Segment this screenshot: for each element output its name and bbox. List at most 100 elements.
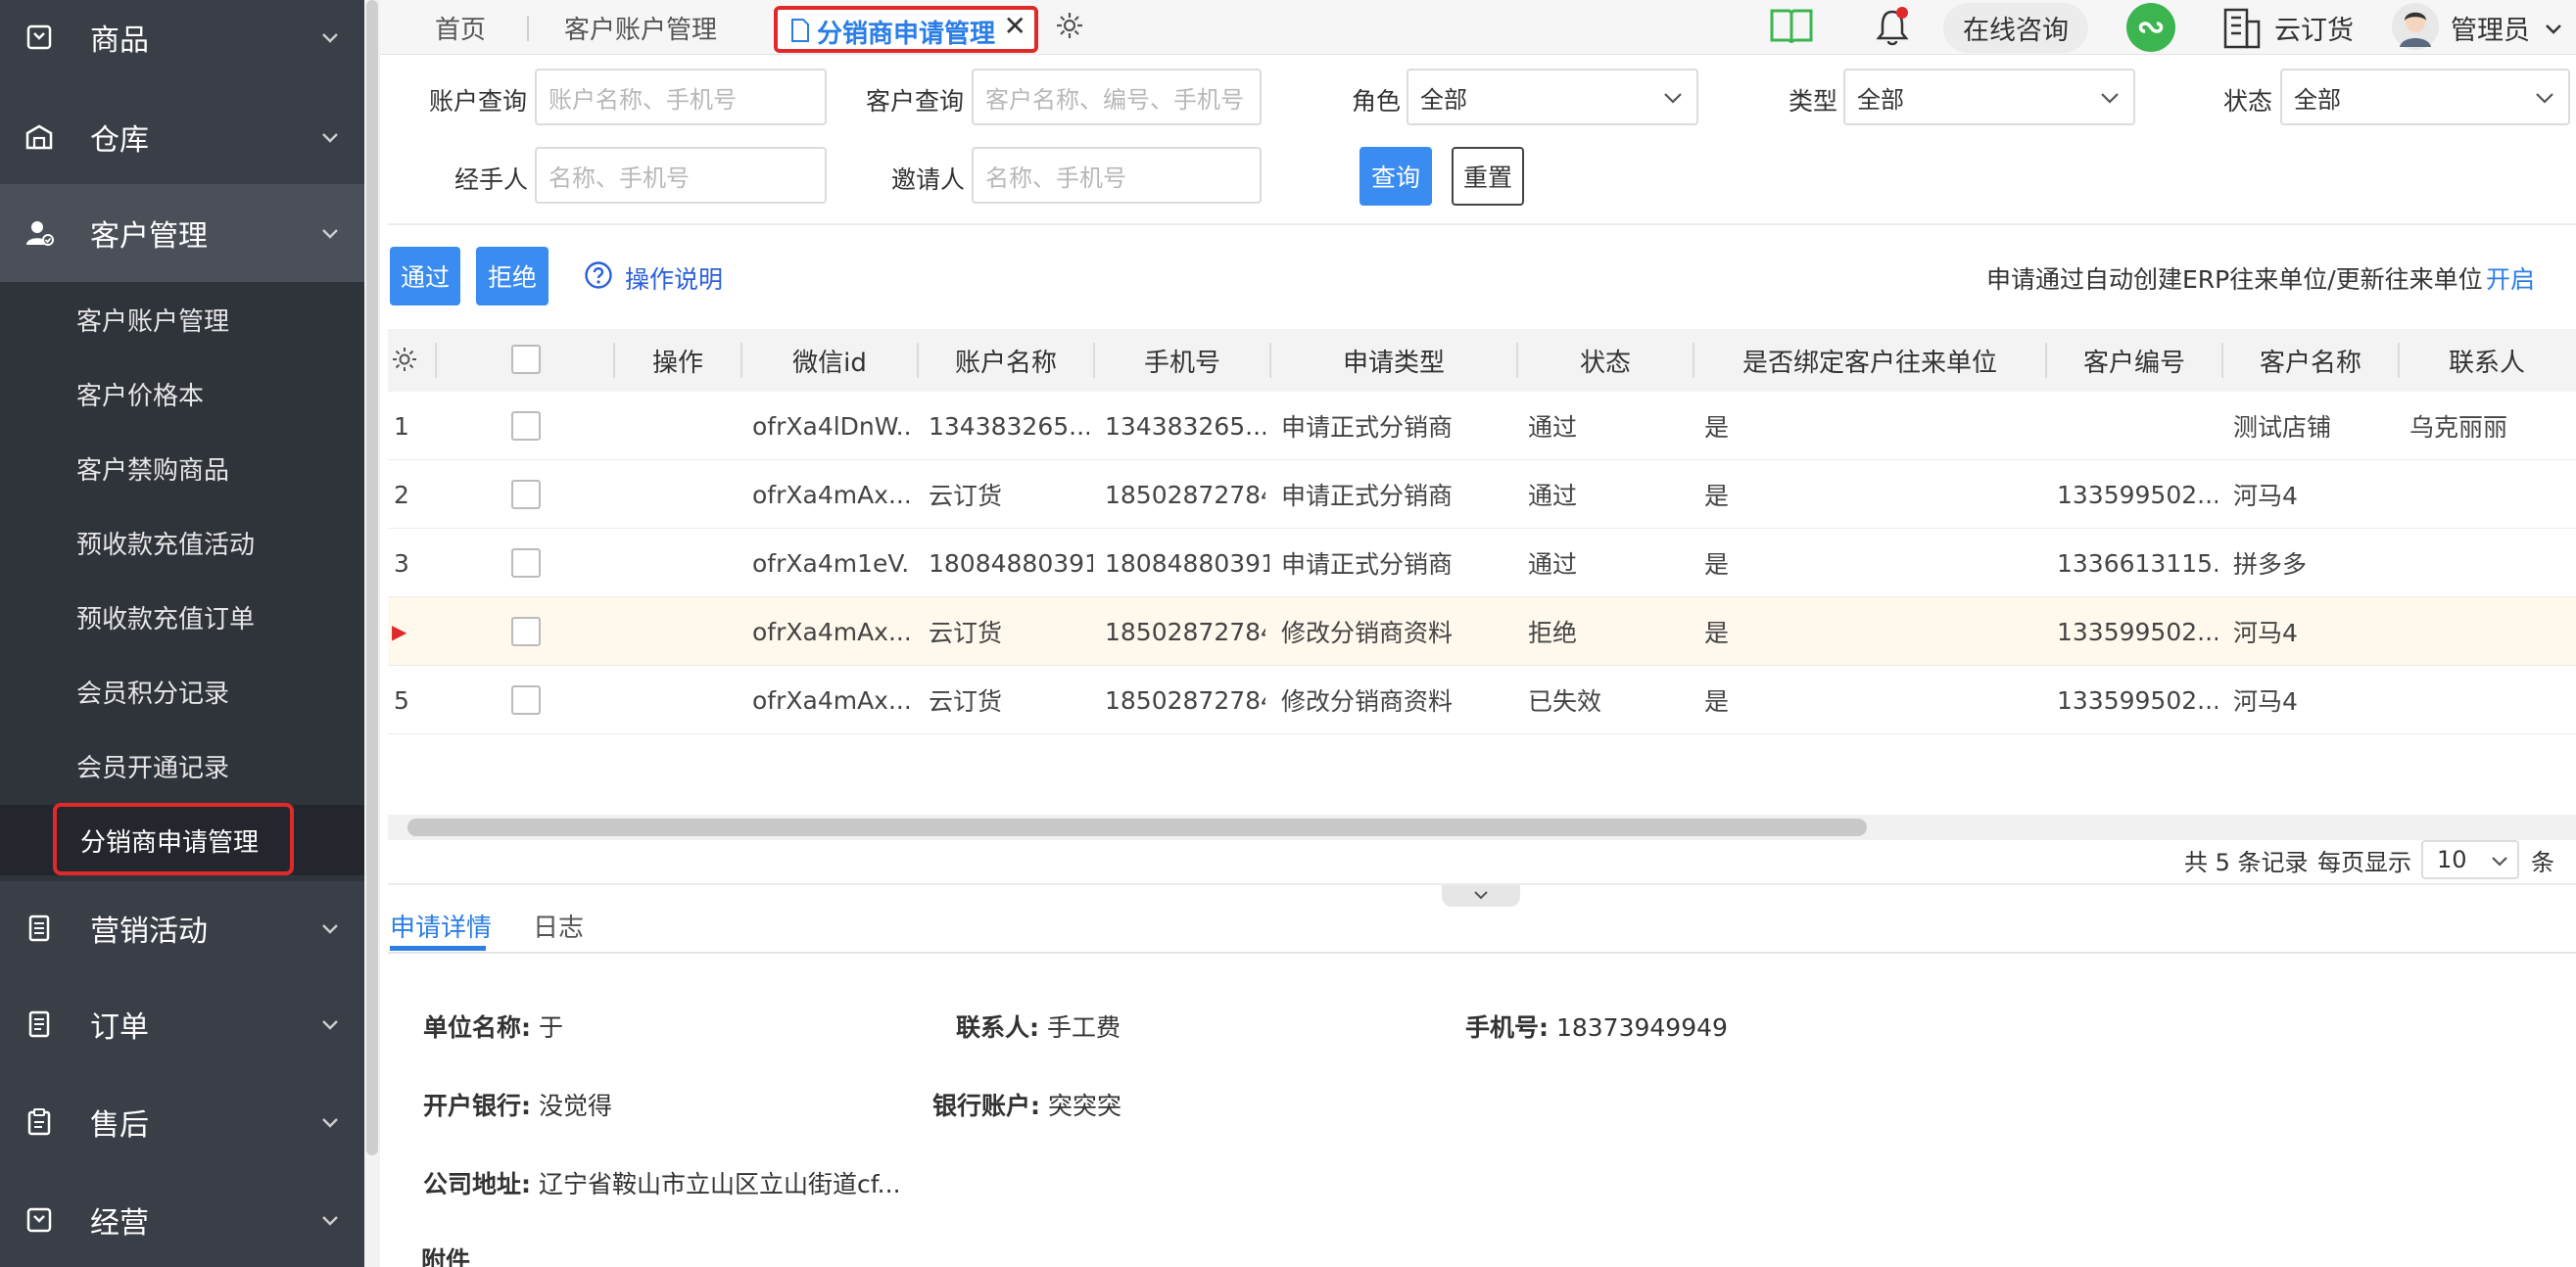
row-checkbox[interactable] bbox=[511, 411, 541, 441]
query-button[interactable]: 查询 bbox=[1360, 147, 1432, 206]
reject-button[interactable]: 拒绝 bbox=[476, 247, 549, 305]
avatar[interactable] bbox=[2392, 2, 2439, 51]
sidebar-scrollbar[interactable] bbox=[364, 0, 380, 1267]
inviter-input[interactable]: 名称、手机号 bbox=[972, 147, 1262, 204]
column-header-customer-name[interactable]: 客户名称 bbox=[2223, 329, 2398, 392]
column-settings-icon[interactable] bbox=[390, 345, 419, 374]
sidebar-item-prepay-orders[interactable]: 预收款充值订单 bbox=[0, 582, 364, 652]
bank-label: 开户银行: bbox=[423, 1092, 531, 1120]
auto-create-toggle[interactable]: 开启 bbox=[2486, 260, 2535, 296]
bank-account-label: 银行账户: bbox=[932, 1092, 1040, 1120]
sidebar-item-points-records[interactable]: 会员积分记录 bbox=[0, 656, 364, 727]
sidebar-item-price-book[interactable]: 客户价格本 bbox=[0, 358, 364, 429]
select-all-checkbox[interactable] bbox=[511, 345, 541, 374]
cell-account-name: 云订货 bbox=[929, 619, 1003, 647]
table-row[interactable]: 1 ofrXa4lDnW... 134383265... 134383265..… bbox=[388, 392, 2576, 460]
active-tab-indicator bbox=[390, 946, 486, 951]
mini-program-icon[interactable] bbox=[2125, 2, 2176, 53]
user-menu[interactable]: 管理员 bbox=[2451, 0, 2530, 55]
status-select[interactable]: 全部 bbox=[2280, 69, 2570, 125]
table-horizontal-scrollbar[interactable] bbox=[388, 815, 2576, 840]
chevron-down-icon bbox=[322, 133, 338, 143]
column-header-phone[interactable]: 手机号 bbox=[1095, 329, 1269, 392]
highlight-box bbox=[53, 803, 294, 875]
status-select-value: 全部 bbox=[2294, 85, 2341, 114]
sidebar-group-warehouse[interactable]: 仓库 bbox=[0, 98, 364, 176]
table-row-current[interactable]: ▶ ofrXa4mAx... 云订货 18502872784 修改分销商资料 拒… bbox=[388, 597, 2576, 666]
sidebar-item-membership-records[interactable]: 会员开通记录 bbox=[0, 730, 364, 801]
cell-customer-name: 测试店铺 bbox=[2233, 413, 2332, 442]
tab-application-details[interactable]: 申请详情 bbox=[390, 901, 492, 950]
customer-query-input[interactable]: 客户名称、编号、手机号 bbox=[972, 69, 1262, 125]
cell-wechat-id: ofrXa4mAx... bbox=[752, 685, 909, 715]
chevron-down-icon[interactable] bbox=[2543, 18, 2564, 39]
manual-book-icon[interactable] bbox=[1769, 6, 1814, 47]
tab-log[interactable]: 日志 bbox=[533, 901, 584, 950]
online-consult-button[interactable]: 在线咨询 bbox=[1943, 0, 2088, 55]
cell-status: 通过 bbox=[1528, 482, 1578, 510]
sidebar-group-customer[interactable]: 客户管理 bbox=[0, 184, 364, 282]
row-checkbox[interactable] bbox=[511, 480, 541, 509]
sidebar-item-label: 客户价格本 bbox=[76, 381, 205, 411]
sidebar-group-orders[interactable]: 订单 bbox=[0, 987, 364, 1061]
tab-distributor-applications[interactable]: 分销商申请管理 ✕ bbox=[774, 6, 1038, 53]
table-row[interactable]: 2 ofrXa4mAx... 云订货 18502872784 申请正式分销商 通… bbox=[388, 460, 2576, 529]
sidebar-group-goods[interactable]: 商品 bbox=[0, 0, 364, 74]
type-select[interactable]: 全部 bbox=[1843, 69, 2135, 125]
scrollbar-thumb[interactable] bbox=[366, 0, 378, 1155]
table-row[interactable]: 3 ofrXa4m1eV... 18084880391 18084880391 … bbox=[388, 529, 2576, 597]
column-header-status[interactable]: 状态 bbox=[1518, 329, 1693, 392]
column-header-actions[interactable]: 操作 bbox=[615, 329, 740, 392]
sidebar-item-banned-goods[interactable]: 客户禁购商品 bbox=[0, 433, 364, 503]
role-select[interactable]: 全部 bbox=[1407, 69, 1698, 125]
page-size-select[interactable]: 10 bbox=[2421, 840, 2519, 879]
cell-phone: 18502872784 bbox=[1105, 480, 1265, 509]
gear-icon[interactable] bbox=[1054, 10, 1085, 41]
sidebar-group-marketing[interactable]: 营销活动 bbox=[0, 891, 364, 965]
help-icon[interactable] bbox=[584, 260, 613, 290]
cell-customer-code: 133599502... bbox=[2057, 480, 2218, 509]
row-number: 3 bbox=[394, 548, 409, 578]
tab-label: 分销商申请管理 bbox=[817, 20, 996, 49]
sidebar-group-business[interactable]: 经营 bbox=[0, 1183, 364, 1257]
sidebar-item-prepay-activity[interactable]: 预收款充值活动 bbox=[0, 507, 364, 578]
collapse-handle[interactable] bbox=[1442, 885, 1520, 907]
cell-contact: 乌克丽丽 bbox=[2409, 413, 2508, 442]
chevron-down-icon bbox=[322, 1020, 338, 1030]
row-checkbox[interactable] bbox=[511, 685, 541, 715]
column-header-bound[interactable]: 是否绑定客户往来单位 bbox=[1694, 329, 2045, 392]
row-checkbox[interactable] bbox=[511, 617, 541, 646]
close-icon[interactable]: ✕ bbox=[1004, 10, 1026, 42]
reset-button[interactable]: 重置 bbox=[1452, 147, 1524, 206]
column-header-account-name[interactable]: 账户名称 bbox=[919, 329, 1093, 392]
sidebar-group-after-sales[interactable]: 售后 bbox=[0, 1085, 364, 1159]
app-root: 商品 仓库 客户管理 客户账户管理 客户价格本 客户禁购商品 预收款充值活动 预… bbox=[0, 0, 2576, 1267]
current-row-marker: ▶ bbox=[392, 620, 407, 643]
account-query-input[interactable]: 账户名称、手机号 bbox=[535, 69, 827, 125]
document-icon bbox=[791, 19, 809, 42]
user-label: 管理员 bbox=[2451, 15, 2530, 46]
column-header-apply-type[interactable]: 申请类型 bbox=[1271, 329, 1516, 392]
address-label: 公司地址: bbox=[423, 1170, 531, 1198]
cell-contact bbox=[2409, 597, 2570, 666]
column-header-customer-code[interactable]: 客户编号 bbox=[2047, 329, 2221, 392]
help-link[interactable]: 操作说明 bbox=[625, 260, 723, 296]
scrollbar-thumb[interactable] bbox=[407, 819, 1867, 836]
row-checkbox[interactable] bbox=[511, 548, 541, 578]
company-name[interactable]: 云订货 bbox=[2274, 0, 2354, 55]
approve-button[interactable]: 通过 bbox=[390, 247, 460, 305]
table-row[interactable]: 5 ofrXa4mAx... 云订货 18502872784 修改分销商资料 已… bbox=[388, 666, 2576, 734]
column-header-wechat-id[interactable]: 微信id bbox=[742, 329, 917, 392]
page-size-value: 10 bbox=[2437, 846, 2467, 873]
unit-name-value: 于 bbox=[538, 1013, 563, 1042]
column-header-contact[interactable]: 联系人 bbox=[2400, 329, 2574, 392]
handler-input[interactable]: 名称、手机号 bbox=[535, 147, 827, 204]
tab-home[interactable]: 首页 bbox=[435, 0, 486, 55]
sidebar-item-customer-accounts[interactable]: 客户账户管理 bbox=[0, 284, 364, 354]
per-page-label: 每页显示 bbox=[2317, 848, 2411, 876]
notification-bell-icon[interactable] bbox=[1873, 6, 1912, 47]
cell-apply-type: 修改分销商资料 bbox=[1281, 619, 1454, 647]
tab-customer-accounts[interactable]: 客户账户管理 bbox=[564, 0, 717, 55]
sidebar-group-label: 经营 bbox=[90, 1206, 149, 1241]
inviter-label: 邀请人 bbox=[891, 165, 966, 194]
